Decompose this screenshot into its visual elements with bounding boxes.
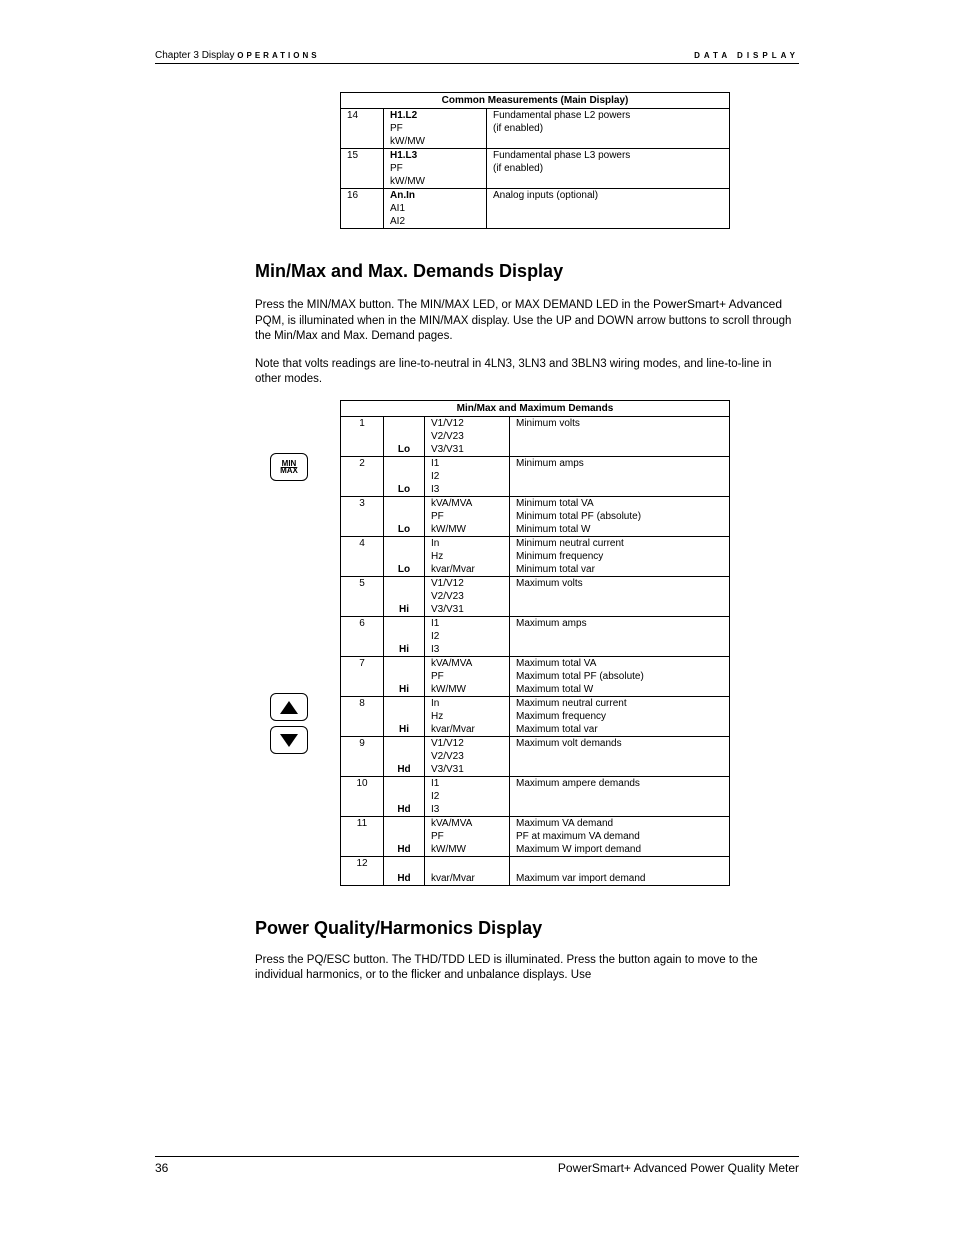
minmax-paragraph-2: Note that volts readings are line-to-neu… xyxy=(255,357,799,388)
page-header: Chapter 3 Display OPERATIONS DATA DISPLA… xyxy=(155,50,799,64)
page-number: 36 xyxy=(155,1161,168,1175)
pq-section-title: Power Quality/Harmonics Display xyxy=(255,918,799,939)
down-button-icon xyxy=(270,726,308,754)
minmax-paragraph-1: Press the MIN/MAX button. The MIN/MAX LE… xyxy=(255,296,799,345)
header-chapter: Chapter 3 Display xyxy=(155,50,234,61)
common-measurements-table: Common Measurements (Main Display) 14H1.… xyxy=(340,92,730,229)
minmax-button-icon: MIN MAX xyxy=(270,453,308,481)
footer-title: PowerSmart+ Advanced Power Quality Meter xyxy=(558,1161,799,1175)
pq-paragraph-1: Press the PQ/ESC button. The THD/TDD LED… xyxy=(255,953,799,984)
minmax-demands-table: Min/Max and Maximum Demands 1V1/V12Minim… xyxy=(340,400,730,886)
header-section: DATA DISPLAY xyxy=(694,51,799,60)
header-operations: OPERATIONS xyxy=(237,51,319,60)
up-button-icon xyxy=(270,693,308,721)
minmax-section-title: Min/Max and Max. Demands Display xyxy=(255,261,799,282)
table1-title: Common Measurements (Main Display) xyxy=(341,93,730,109)
page-footer: 36 PowerSmart+ Advanced Power Quality Me… xyxy=(155,1156,799,1175)
table2-title: Min/Max and Maximum Demands xyxy=(341,400,730,416)
